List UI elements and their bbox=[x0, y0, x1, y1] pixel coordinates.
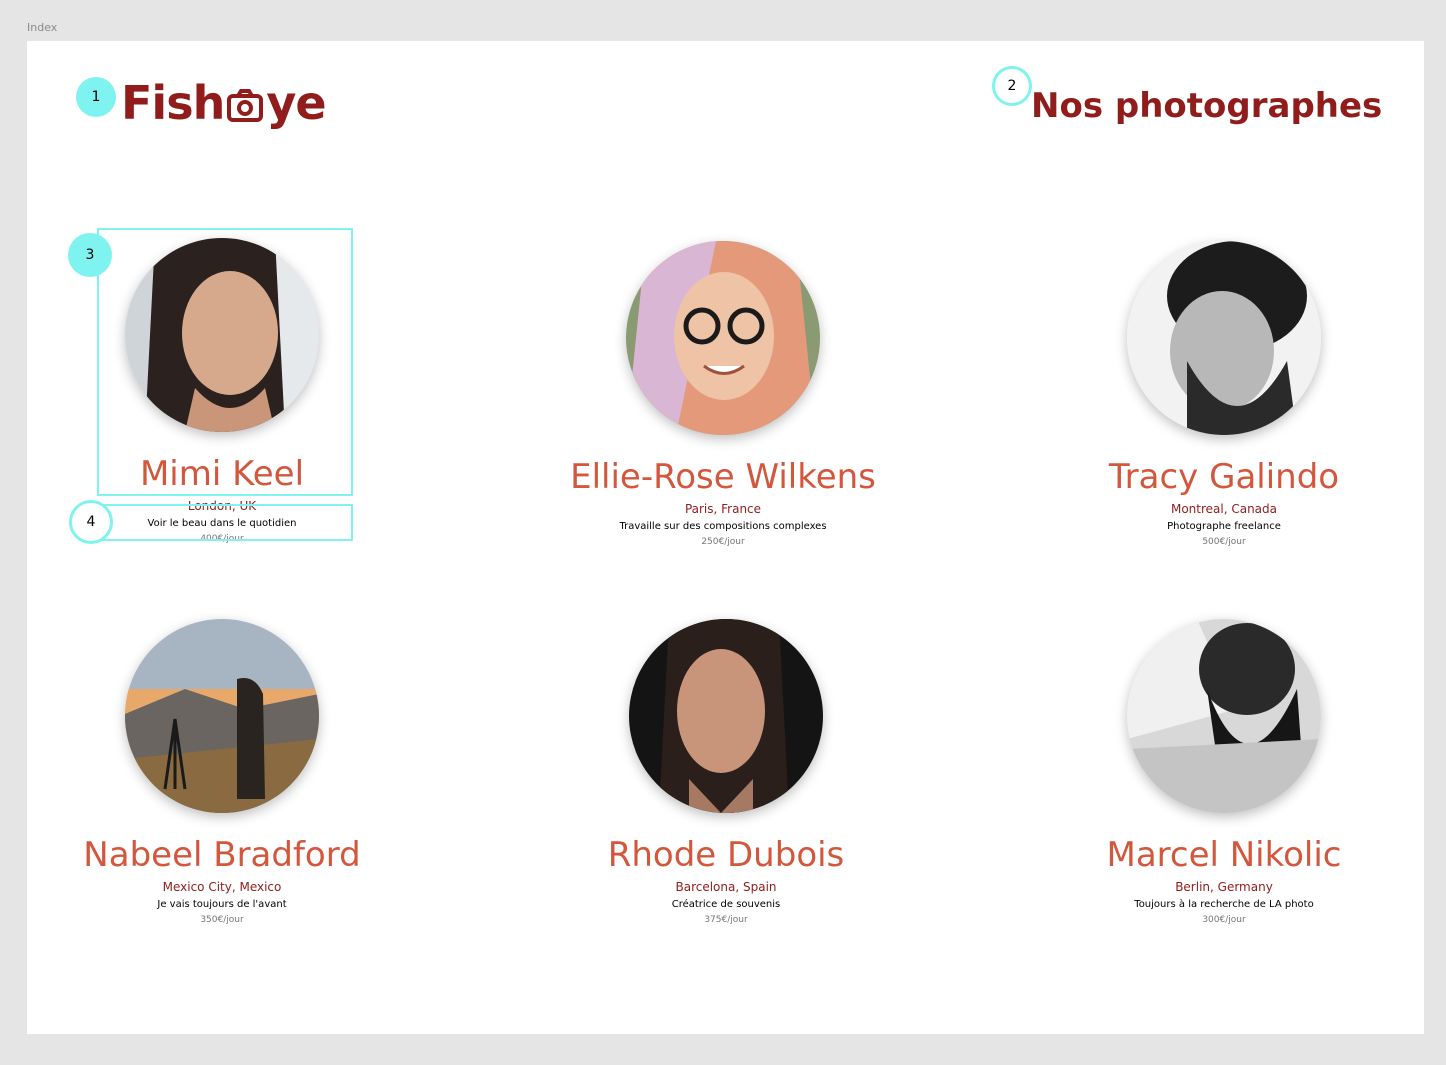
logo-text-right: ye bbox=[266, 76, 326, 130]
photographer-name: Tracy Galindo bbox=[1108, 457, 1340, 497]
photographer-location: Barcelona, Spain bbox=[675, 880, 777, 894]
photographer-location: Mexico City, Mexico bbox=[162, 880, 282, 894]
photographer-card[interactable]: Tracy Galindo Montreal, Canada Photograp… bbox=[1034, 241, 1414, 548]
photographer-price: 500€/jour bbox=[1202, 537, 1246, 547]
photographer-price: 375€/jour bbox=[704, 915, 748, 925]
photographer-price: 250€/jour bbox=[701, 537, 745, 547]
photographer-name: Marcel Nikolic bbox=[1106, 835, 1342, 875]
photographer-price: 350€/jour bbox=[200, 915, 244, 925]
photographer-tagline: Photographe freelance bbox=[1167, 521, 1281, 532]
photographer-name: Ellie-Rose Wilkens bbox=[570, 457, 876, 497]
page-title: Nos photographes bbox=[1031, 86, 1383, 126]
annotation-marker: 1 bbox=[76, 77, 116, 117]
photographer-tagline: Toujours à la recherche de LA photo bbox=[1134, 899, 1314, 910]
photographer-card[interactable]: Ellie-Rose Wilkens Paris, France Travail… bbox=[533, 241, 913, 548]
photographer-tagline: Travaille sur des compositions complexes bbox=[619, 521, 827, 532]
photographer-tagline: Je vais toujours de l'avant bbox=[157, 899, 287, 910]
photographer-portrait bbox=[1127, 241, 1321, 435]
photographer-tagline: Créatrice de souvenis bbox=[671, 899, 781, 910]
photographer-portrait bbox=[125, 238, 319, 432]
photographer-name: Rhode Dubois bbox=[607, 835, 845, 875]
photographer-location: Montreal, Canada bbox=[1170, 502, 1278, 516]
annotation-marker: 4 bbox=[69, 500, 113, 544]
photographer-portrait bbox=[125, 619, 319, 813]
logo-text-left: Fish bbox=[121, 76, 225, 130]
photographer-card[interactable]: Nabeel Bradford Mexico City, Mexico Je v… bbox=[32, 619, 412, 926]
photographer-location: Paris, France bbox=[684, 502, 762, 516]
photographer-name: Nabeel Bradford bbox=[83, 835, 361, 875]
photographer-name: Mimi Keel bbox=[139, 454, 305, 494]
annotation-marker: 2 bbox=[992, 66, 1032, 106]
photographer-card[interactable]: Mimi Keel London, UK Voir le beau dans l… bbox=[32, 238, 412, 545]
photographer-card[interactable]: Rhode Dubois Barcelona, Spain Créatrice … bbox=[536, 619, 916, 926]
photographer-portrait bbox=[629, 619, 823, 813]
photographer-portrait bbox=[1127, 619, 1321, 813]
photographer-portrait bbox=[626, 241, 820, 435]
camera-icon bbox=[227, 89, 264, 122]
fisheye-logo[interactable]: Fish ye bbox=[121, 73, 327, 133]
frame-label: Index bbox=[27, 21, 58, 34]
photographer-card[interactable]: Marcel Nikolic Berlin, Germany Toujours … bbox=[1034, 619, 1414, 926]
photographer-location: Berlin, Germany bbox=[1175, 880, 1273, 894]
photographer-price: 300€/jour bbox=[1202, 915, 1246, 925]
annotation-marker: 3 bbox=[68, 233, 112, 277]
